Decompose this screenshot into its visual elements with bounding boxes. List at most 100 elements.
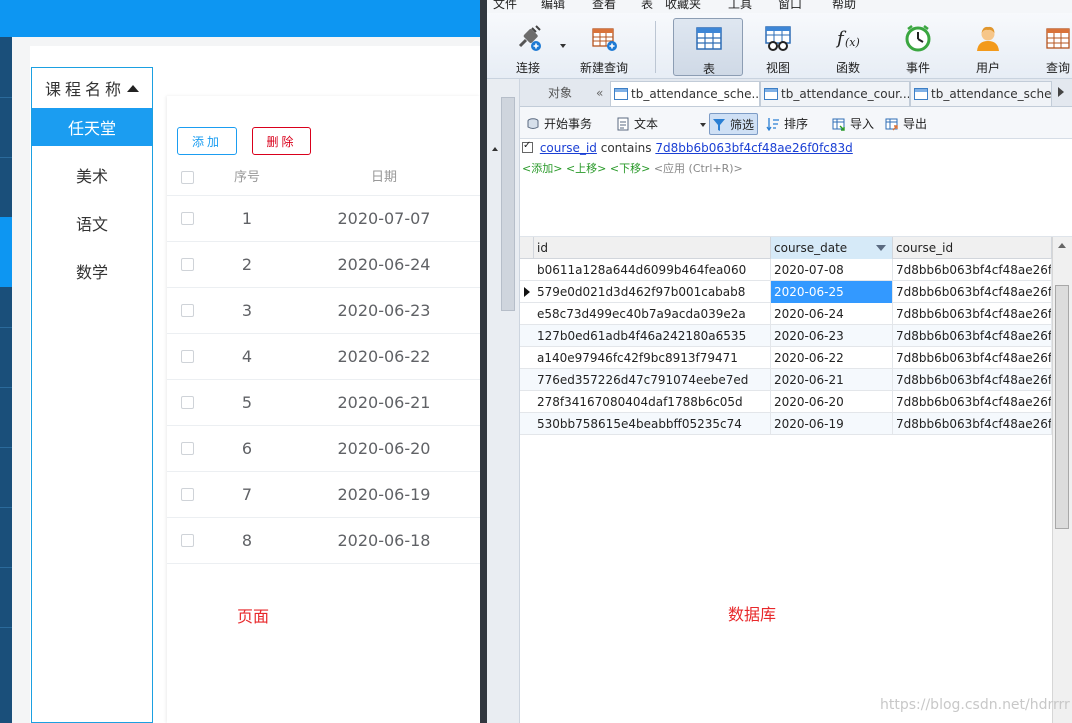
table-row[interactable]: 530bb758615e4beabbff05235c74 2020-06-19 7d… — [520, 413, 1052, 435]
scrollbar-thumb[interactable] — [501, 97, 515, 311]
row-checkbox[interactable] — [181, 304, 194, 317]
table-row[interactable]: b0611a128a644d6099b464fea060 2020-07-08 7d… — [520, 259, 1052, 281]
cell-course-date[interactable]: 2020-06-20 — [771, 391, 893, 413]
function-button[interactable]: f (x) 函数 — [813, 18, 883, 76]
tab-table-2[interactable]: tb_attendance_cour... — [760, 81, 910, 106]
import-button[interactable]: 导入 — [830, 113, 874, 135]
event-button[interactable]: 事件 — [883, 18, 953, 76]
table-row[interactable]: 127b0ed61adb4f46a242180a6535 2020-06-23 7d… — [520, 325, 1052, 347]
filter-operator[interactable]: contains — [601, 141, 652, 155]
menu-window[interactable]: 窗口 — [778, 0, 802, 12]
course-item[interactable]: 数学 — [32, 252, 152, 290]
table-row[interactable]: a140e97946fc42f9bc8913f79471 2020-06-22 7d… — [520, 347, 1052, 369]
text-button[interactable]: 文本 — [614, 113, 658, 135]
course-item[interactable]: 美术 — [32, 156, 152, 194]
user-button[interactable]: 用户 — [953, 18, 1023, 76]
cell-course-id[interactable]: 7d8bb6b063bf4cf48ae26f0 — [893, 303, 1052, 325]
delete-button[interactable]: 删除 — [252, 127, 311, 155]
row-checkbox[interactable] — [181, 212, 194, 225]
column-header-id[interactable]: id — [534, 237, 771, 259]
row-checkbox[interactable] — [181, 442, 194, 455]
cell-id[interactable]: b0611a128a644d6099b464fea060 — [534, 259, 771, 281]
table-row[interactable]: 6 2020-06-20 — [167, 426, 480, 472]
new-query-button[interactable]: 新建查询 — [569, 18, 639, 76]
cell-id[interactable]: e58c73d499ec40b7a9acda039e2a — [534, 303, 771, 325]
cell-id[interactable]: 776ed357226d47c791074eebe7ed — [534, 369, 771, 391]
cell-course-date[interactable]: 2020-06-25 — [771, 281, 893, 303]
cell-id[interactable]: a140e97946fc42f9bc8913f79471 — [534, 347, 771, 369]
menu-favorites[interactable]: 收藏夹 — [665, 0, 701, 12]
select-all-checkbox[interactable] — [181, 171, 194, 184]
cell-course-date[interactable]: 2020-06-21 — [771, 369, 893, 391]
cell-course-id[interactable]: 7d8bb6b063bf4cf48ae26f0 — [893, 259, 1052, 281]
filter-apply-link[interactable]: <应用 (Ctrl+R)> — [654, 162, 743, 175]
query-button[interactable]: 查询 — [1023, 18, 1072, 76]
cell-id[interactable]: 579e0d021d3d462f97b001cabab8 — [534, 281, 771, 303]
table-row[interactable]: 1 2020-07-07 — [167, 196, 480, 242]
menu-tools[interactable]: 工具 — [728, 0, 752, 12]
tab-scroll-left-icon[interactable]: « — [596, 86, 603, 100]
menu-help[interactable]: 帮助 — [832, 0, 856, 12]
menu-file[interactable]: 文件 — [493, 0, 517, 12]
course-list-header[interactable]: 课程名称 — [32, 68, 152, 108]
cell-course-id[interactable]: 7d8bb6b063bf4cf48ae26f0 — [893, 391, 1052, 413]
cell-course-date[interactable]: 2020-06-24 — [771, 303, 893, 325]
sort-button[interactable]: 排序 — [764, 113, 808, 135]
table-row[interactable]: 5 2020-06-21 — [167, 380, 480, 426]
tab-table-1[interactable]: tb_attendance_sche... — [610, 81, 760, 106]
chevron-up-icon[interactable] — [492, 147, 498, 151]
table-row[interactable]: 3 2020-06-23 — [167, 288, 480, 334]
row-checkbox[interactable] — [181, 488, 194, 501]
filter-button[interactable]: 筛选 — [709, 113, 759, 135]
cell-course-date[interactable]: 2020-06-23 — [771, 325, 893, 347]
row-checkbox[interactable] — [181, 396, 194, 409]
cell-id[interactable]: 530bb758615e4beabbff05235c74 — [534, 413, 771, 435]
chevron-up-icon[interactable] — [1058, 243, 1066, 248]
cell-course-id[interactable]: 7d8bb6b063bf4cf48ae26f0 — [893, 325, 1052, 347]
table-row[interactable]: 579e0d021d3d462f97b001cabab8 2020-06-25 7d… — [520, 281, 1052, 303]
table-row[interactable]: 776ed357226d47c791074eebe7ed 2020-06-21 7d… — [520, 369, 1052, 391]
tab-table-3[interactable]: tb_attendance_sche... — [910, 81, 1052, 106]
cell-course-date[interactable]: 2020-06-22 — [771, 347, 893, 369]
menu-table[interactable]: 表 — [641, 0, 653, 12]
row-checkbox[interactable] — [181, 350, 194, 363]
row-checkbox[interactable] — [181, 258, 194, 271]
table-row[interactable]: 8 2020-06-18 — [167, 518, 480, 564]
cell-course-date[interactable]: 2020-07-08 — [771, 259, 893, 281]
view-button[interactable]: 视图 — [743, 18, 813, 76]
table-row[interactable]: 278f34167080404daf1788b6c05d 2020-06-20 7d… — [520, 391, 1052, 413]
row-checkbox[interactable] — [181, 534, 194, 547]
column-header-course-date[interactable]: course_date — [771, 237, 893, 259]
filter-value[interactable]: 7d8bb6b063bf4cf48ae26f0fc83d — [655, 141, 852, 155]
cell-course-id[interactable]: 7d8bb6b063bf4cf48ae26f0 — [893, 369, 1052, 391]
table-row[interactable]: 7 2020-06-19 — [167, 472, 480, 518]
menu-view[interactable]: 查看 — [592, 0, 616, 12]
menu-edit[interactable]: 编辑 — [541, 0, 565, 12]
filter-add-link[interactable]: <添加> — [522, 162, 562, 175]
add-button[interactable]: 添加 — [177, 127, 237, 155]
filter-down-link[interactable]: <下移> — [610, 162, 650, 175]
cell-course-id[interactable]: 7d8bb6b063bf4cf48ae26f0 — [893, 281, 1052, 303]
chevron-down-icon[interactable] — [700, 123, 706, 127]
course-item[interactable]: 任天堂 — [32, 108, 152, 146]
cell-course-id[interactable]: 7d8bb6b063bf4cf48ae26f0 — [893, 413, 1052, 435]
filter-enabled-checkbox[interactable] — [522, 140, 533, 153]
table-row[interactable]: 4 2020-06-22 — [167, 334, 480, 380]
course-item[interactable]: 语文 — [32, 204, 152, 242]
table-row[interactable]: 2 2020-06-24 — [167, 242, 480, 288]
tab-objects[interactable]: 对象 — [530, 81, 590, 106]
tab-scroll-right-icon[interactable] — [1058, 87, 1064, 97]
grid-scrollbar[interactable] — [1052, 237, 1072, 723]
cell-id[interactable]: 278f34167080404daf1788b6c05d — [534, 391, 771, 413]
cell-course-id[interactable]: 7d8bb6b063bf4cf48ae26f0 — [893, 347, 1052, 369]
chevron-down-icon[interactable] — [560, 44, 566, 48]
app-nav-strip[interactable] — [0, 37, 12, 723]
table-button[interactable]: 表 — [673, 18, 743, 76]
filter-field[interactable]: course_id — [540, 141, 597, 155]
export-button[interactable]: 导出 — [883, 113, 927, 135]
filter-up-link[interactable]: <上移> — [566, 162, 606, 175]
cell-id[interactable]: 127b0ed61adb4f46a242180a6535 — [534, 325, 771, 347]
cell-course-date[interactable]: 2020-06-19 — [771, 413, 893, 435]
begin-transaction-button[interactable]: 开始事务 — [524, 113, 592, 135]
column-header-course-id[interactable]: course_id — [893, 237, 1052, 259]
